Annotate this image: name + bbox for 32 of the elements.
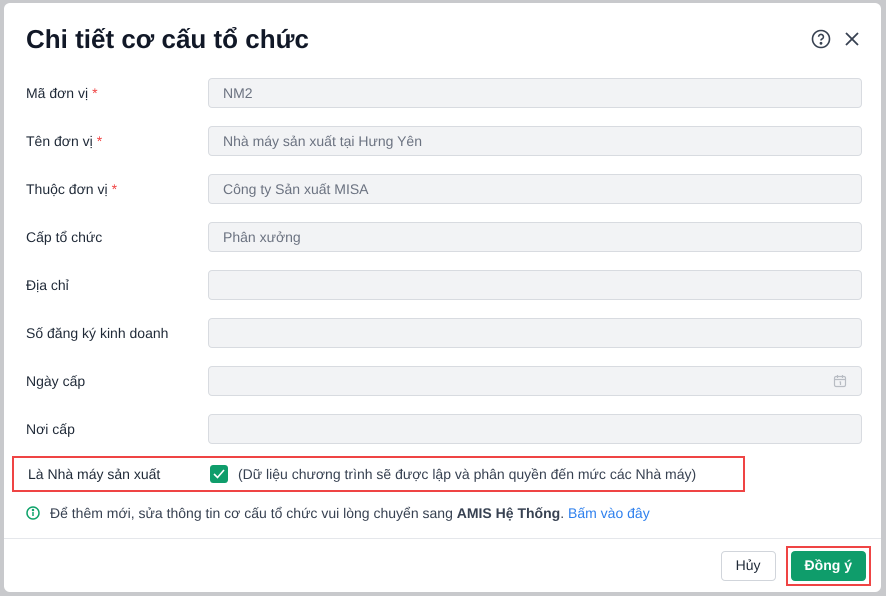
input-field[interactable]: Phân xưởng bbox=[208, 222, 862, 252]
field-label: Cấp tổ chức bbox=[26, 228, 102, 247]
info-text: Để thêm mới, sửa thông tin cơ cấu tổ chức vui lòng chuyển sang AMIS Hệ Thống. Bấm vào đây bbox=[50, 504, 650, 523]
field-label: Ngày cấp bbox=[26, 372, 86, 391]
field-label: Tên đơn vị bbox=[26, 132, 93, 150]
input-field[interactable]: Nhà máy sản xuất tại Hưng Yên bbox=[208, 126, 862, 156]
calendar-icon bbox=[833, 374, 847, 388]
check-icon bbox=[213, 469, 225, 479]
option-label: Là Nhà máy sản xuất bbox=[28, 464, 162, 484]
option-note: (Dữ liệu chương trình sẽ được lập và phân quyền đến mức các Nhà máy) bbox=[238, 464, 696, 484]
required-mark: * bbox=[92, 84, 98, 102]
date-field[interactable] bbox=[208, 366, 862, 396]
field-label: Mã đơn vị bbox=[26, 84, 88, 102]
info-icon bbox=[26, 506, 40, 520]
confirm-button[interactable]: Đồng ý bbox=[790, 550, 866, 580]
dialog-title: Chi tiết cơ cấu tổ chức bbox=[26, 22, 309, 56]
field-label: Địa chỉ bbox=[26, 276, 69, 294]
field-label: Nơi cấp bbox=[26, 420, 75, 439]
field-label: Số đăng ký kinh doanh bbox=[26, 324, 168, 343]
checkbox[interactable] bbox=[210, 465, 228, 483]
required-mark: * bbox=[96, 132, 102, 150]
required-mark: * bbox=[112, 180, 118, 198]
close-icon[interactable] bbox=[845, 32, 859, 46]
help-icon[interactable] bbox=[811, 29, 831, 49]
cancel-button[interactable]: Hủy bbox=[720, 550, 776, 580]
input-field[interactable] bbox=[208, 414, 862, 444]
input-field[interactable] bbox=[208, 318, 862, 348]
link[interactable]: Bấm vào đây bbox=[568, 504, 650, 520]
input-field[interactable] bbox=[208, 270, 862, 300]
input-field[interactable]: NM2 bbox=[208, 78, 862, 108]
field-label: Thuộc đơn vị bbox=[26, 180, 108, 198]
input-field[interactable]: Công ty Sản xuất MISA bbox=[208, 174, 862, 204]
